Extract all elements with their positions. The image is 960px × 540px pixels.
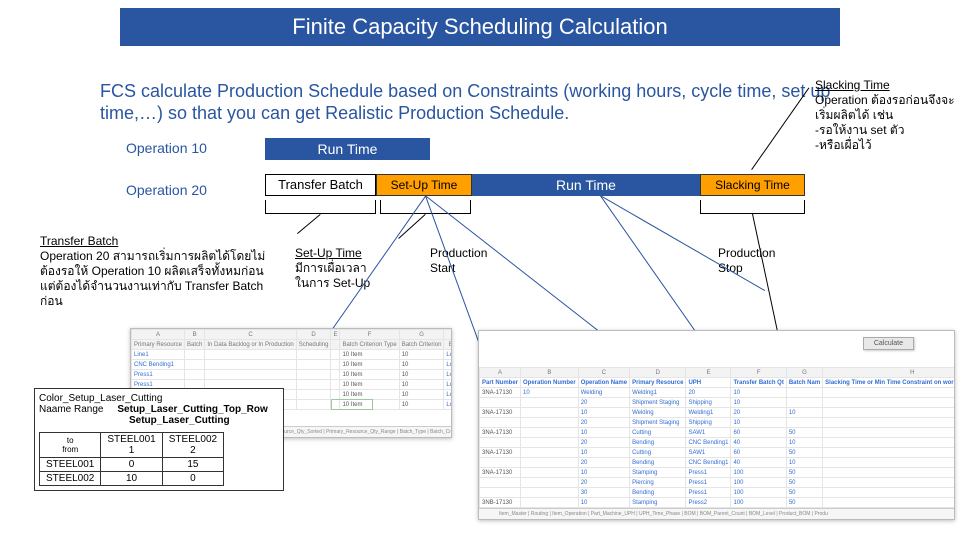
label-op20: Operation 20 (126, 182, 207, 198)
sheet-right: Calculate ABCDEFGHIJKPart NumberOperatio… (478, 330, 955, 520)
color-box-line3: Setup_Laser_Cutting_Top_Row (117, 404, 267, 415)
slacking-note-body: Operation ต้องรอก่อนจึงจะเริ่มผลิตได้ เช… (815, 93, 955, 152)
slacking-note-head: Slacking Time (815, 78, 890, 92)
color-box-line4: Setup_Laser_Cutting (129, 415, 230, 426)
anno-prod-start: Production Start (430, 246, 520, 276)
slacking-time-bar: Slacking Time (700, 174, 805, 196)
page-title: Finite Capacity Scheduling Calculation (120, 8, 840, 46)
color-setup-table: Color_Setup_Laser_Cutting Naame Range Se… (34, 388, 284, 491)
anno-transfer: Transfer Batch Operation 20 สามารถเริ่มก… (40, 234, 270, 309)
label-op10: Operation 10 (126, 140, 207, 156)
anno-setup: Set-Up Time มีการเผื่อเวลา ในการ Set-Up (295, 246, 415, 291)
color-box-line2: Naame Range (39, 404, 103, 415)
anno-setup-body: มีการเผื่อเวลา ในการ Set-Up (295, 261, 370, 290)
anno-transfer-body: Operation 20 สามารถเริ่มการผลิตได้โดยไม่… (40, 249, 265, 308)
op10-run-bar: Run Time (265, 138, 430, 160)
intro-text: FCS calculate Production Schedule based … (100, 80, 860, 124)
color-box-line1: Color_Setup_Laser_Cutting (39, 393, 279, 404)
setup-time-bar: Set-Up Time (376, 174, 472, 196)
slacking-note: Slacking Time Operation ต้องรอก่อนจึงจะเ… (815, 78, 955, 153)
transfer-batch-bar: Transfer Batch (265, 174, 376, 196)
anno-setup-head: Set-Up Time (295, 246, 362, 260)
anno-transfer-head: Transfer Batch (40, 234, 118, 248)
calculate-button[interactable]: Calculate (863, 337, 914, 350)
op20-run-bar: Run Time (472, 174, 700, 196)
